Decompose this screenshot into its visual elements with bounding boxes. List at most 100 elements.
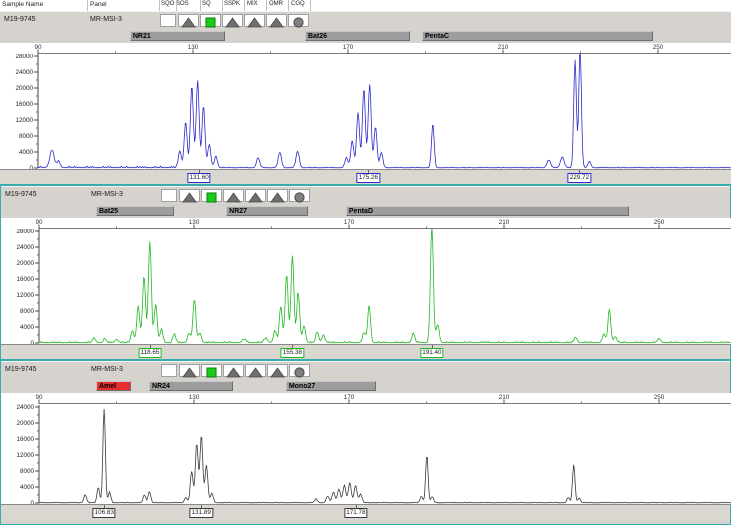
flag-cell-cgq[interactable] [288, 14, 309, 27]
sample-row[interactable]: M19-9745 MR-MSI-3 [1, 361, 730, 380]
flag-cell-sspk[interactable] [222, 14, 243, 27]
header-separator [310, 0, 311, 11]
flag-cell-sqo[interactable] [161, 364, 177, 377]
flag-cell-cgq[interactable] [289, 189, 310, 202]
header-separator [288, 0, 289, 11]
svg-text:12000: 12000 [15, 117, 33, 124]
peak-size-label[interactable]: 171.78 [344, 508, 367, 518]
peak-size-label[interactable]: 131.89 [190, 508, 213, 518]
svg-text:4000: 4000 [19, 149, 34, 156]
marker-bar-row: NR21Bat26PentaC [0, 30, 731, 43]
warning-triangle-icon [246, 367, 265, 378]
warning-triangle-icon [267, 17, 286, 28]
header-separator [266, 0, 267, 11]
flag-cell-sspk[interactable] [223, 364, 244, 377]
electropherogram-plot[interactable]: 04000800012000160002000024000 [1, 404, 731, 505]
svg-text:210: 210 [499, 394, 510, 401]
svg-text:90: 90 [35, 394, 43, 401]
neutral-circle-icon [290, 192, 309, 203]
svg-text:170: 170 [344, 219, 355, 226]
fragment-analysis-window: Sample NamePanelSQOSOSSQSSPKMIXOMRCGQ M1… [0, 0, 731, 525]
flag-cell-sspk[interactable] [223, 189, 244, 202]
flag-cell-omr[interactable] [267, 189, 288, 202]
peak-size-label[interactable]: 155.38 [281, 348, 304, 358]
svg-text:28000: 28000 [15, 54, 33, 60]
warning-triangle-icon [224, 192, 243, 203]
marker-bar-row: Bat25NR27PentaD [1, 205, 730, 218]
marker-bar-bat26: Bat26 [305, 31, 410, 41]
svg-text:210: 210 [498, 44, 509, 51]
warning-triangle-icon [246, 192, 265, 203]
svg-text:170: 170 [344, 394, 355, 401]
marker-bar-nr27: NR27 [226, 206, 308, 216]
marker-bar-mono27: Mono27 [286, 381, 376, 391]
flag-cell-mix[interactable] [245, 364, 266, 377]
svg-text:12000: 12000 [16, 452, 34, 459]
peak-size-label[interactable]: 191.40 [420, 348, 443, 358]
flag-cell-sos[interactable] [178, 14, 199, 27]
col-panel: Panel [90, 1, 107, 8]
svg-text:20000: 20000 [15, 85, 33, 92]
sample-name: M19-9745 [5, 366, 37, 373]
flag-cell-omr[interactable] [267, 364, 288, 377]
sample-name: M19-9745 [4, 16, 36, 23]
trace-line [39, 229, 731, 343]
header-separator [200, 0, 201, 11]
peak-size-label[interactable]: 106.83 [93, 508, 116, 518]
marker-bar-amel: Amel [96, 381, 131, 391]
neutral-circle-icon [289, 17, 308, 28]
flag-cell-sqo[interactable] [160, 14, 176, 27]
svg-text:8000: 8000 [20, 308, 35, 315]
marker-bar-nr21: NR21 [130, 31, 225, 41]
trace-line [38, 55, 731, 169]
peak-size-label[interactable]: 131.60 [188, 173, 211, 183]
electropherogram-plot[interactable]: 0400080001200016000200002400028000 [0, 54, 731, 170]
svg-text:130: 130 [189, 394, 200, 401]
x-axis-ruler: 90 130 170 210 250 [1, 393, 731, 404]
sample-panel-1: M19-9745MR-MSI-3NR21Bat26PentaC901301702… [0, 11, 731, 184]
electropherogram-plot[interactable]: 0400080001200016000200002400028000 [1, 229, 731, 345]
flag-cell-cgq[interactable] [289, 364, 310, 377]
sample-row[interactable]: M19-9745MR-MSI-3 [0, 11, 731, 30]
flag-cell-sos[interactable] [179, 189, 200, 202]
svg-text:20000: 20000 [16, 260, 34, 267]
col-flag-mix: MIX [247, 1, 258, 7]
svg-text:8000: 8000 [19, 133, 34, 140]
svg-text:16000: 16000 [16, 276, 34, 283]
neutral-circle-icon [290, 367, 309, 378]
svg-text:12000: 12000 [16, 292, 34, 299]
col-flag-sspk: SSPK [224, 1, 240, 7]
panel-name: MR-MSI-3 [91, 366, 123, 373]
sample-row[interactable]: M19-9745MR-MSI-3 [1, 186, 730, 205]
svg-text:90: 90 [35, 219, 43, 226]
svg-text:28000: 28000 [16, 229, 34, 235]
flag-cell-sq[interactable] [200, 14, 221, 27]
col-sample-name: Sample Name [2, 1, 43, 8]
flag-cell-sos[interactable] [179, 364, 200, 377]
warning-triangle-icon [180, 367, 199, 378]
peak-size-label[interactable]: 118.65 [139, 348, 162, 358]
sample-name: M19-9745 [5, 191, 37, 198]
svg-text:250: 250 [654, 394, 665, 401]
sample-panel-2: M19-9745MR-MSI-3Bat25NR27PentaD901301702… [0, 184, 731, 359]
svg-text:20000: 20000 [16, 420, 34, 427]
col-flag-cgq: CGQ [291, 1, 305, 7]
warning-triangle-icon [224, 367, 243, 378]
flag-cell-sq[interactable] [201, 189, 222, 202]
svg-text:4000: 4000 [20, 484, 35, 491]
svg-text:16000: 16000 [16, 436, 34, 443]
flag-cell-sq[interactable] [201, 364, 222, 377]
peak-size-label[interactable]: 175.26 [357, 173, 380, 183]
peak-size-label[interactable]: 229.72 [568, 173, 591, 183]
svg-text:24000: 24000 [16, 244, 34, 251]
pass-green-square-icon [202, 192, 221, 203]
col-flag-sqo: SQO [161, 1, 174, 7]
flag-cell-mix[interactable] [245, 189, 266, 202]
flag-cell-mix[interactable] [244, 14, 265, 27]
svg-text:24000: 24000 [15, 69, 33, 76]
sample-panel-3: M19-9745MR-MSI-3AmelNR24Mono279013017021… [0, 359, 731, 525]
flag-cell-omr[interactable] [266, 14, 287, 27]
svg-text:24000: 24000 [16, 404, 34, 411]
flag-cell-sqo[interactable] [161, 189, 177, 202]
col-flag-sos: SOS [176, 1, 189, 7]
